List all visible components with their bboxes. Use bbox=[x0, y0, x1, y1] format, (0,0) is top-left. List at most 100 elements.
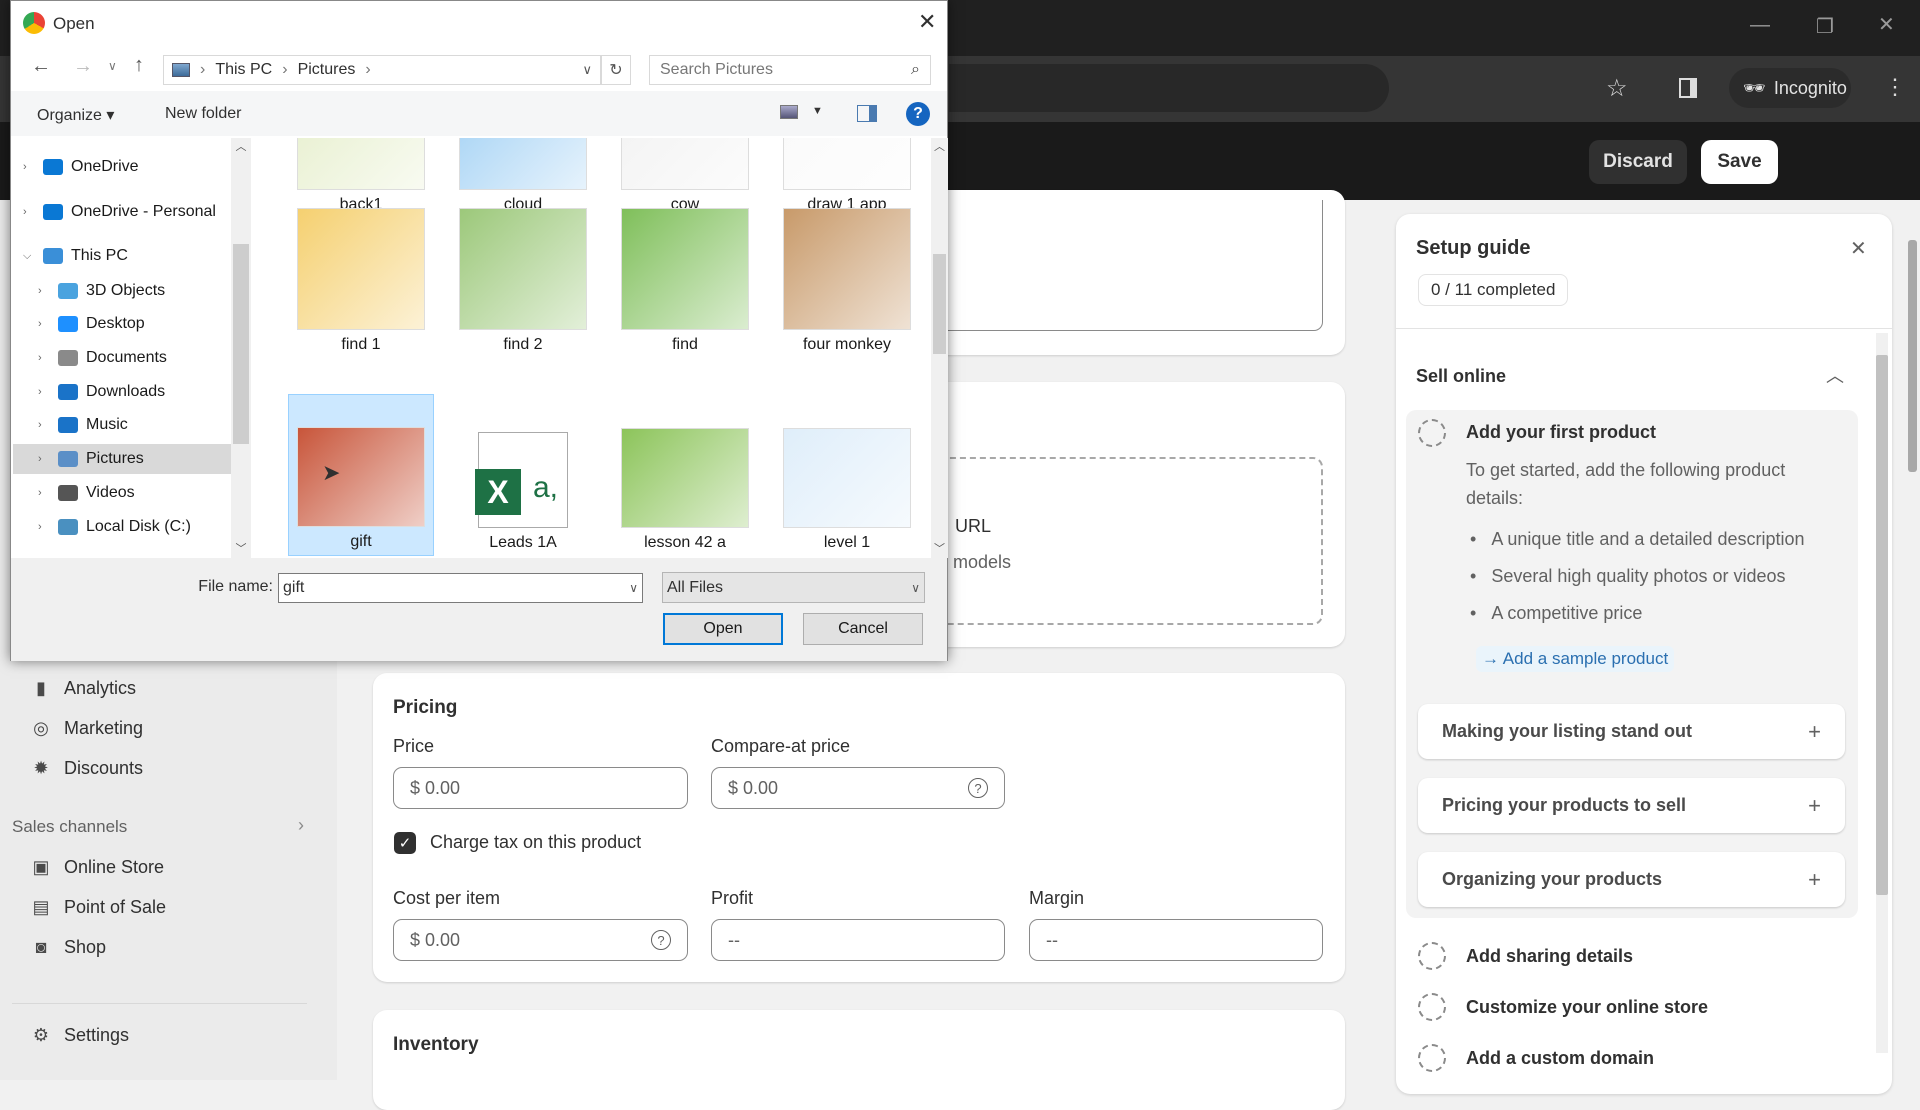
view-options-icon[interactable] bbox=[780, 105, 798, 119]
breadcrumb-this-pc[interactable]: This PC bbox=[215, 61, 272, 79]
chevron-right-icon[interactable]: › bbox=[298, 815, 304, 836]
guide-scrollbar[interactable] bbox=[1876, 333, 1888, 1053]
add-from-url-link[interactable]: URL bbox=[955, 516, 991, 537]
chevron-down-icon[interactable]: ⌵ bbox=[23, 250, 39, 263]
chevron-right-icon[interactable]: › bbox=[38, 521, 54, 533]
address-path[interactable]: › This PC › Pictures › ∨ bbox=[163, 55, 601, 85]
sidebar-item-settings[interactable]: ⚙ Settings bbox=[30, 1024, 129, 1046]
file-item[interactable]: gift bbox=[288, 394, 434, 556]
price-input[interactable]: $ 0.00 bbox=[393, 767, 688, 809]
nav-item[interactable]: › Videos bbox=[13, 478, 231, 508]
chevron-right-icon[interactable]: › bbox=[38, 318, 54, 330]
sidebar-item-channel[interactable]: ◙ Shop bbox=[30, 936, 106, 958]
sidebar-item-channel[interactable]: ▤ Point of Sale bbox=[30, 896, 166, 918]
accordion-item[interactable]: Making your listing stand out + bbox=[1418, 704, 1845, 759]
chevron-right-icon[interactable]: › bbox=[38, 352, 54, 364]
scrollbar-thumb[interactable] bbox=[1908, 240, 1917, 472]
save-button[interactable]: Save bbox=[1701, 140, 1778, 184]
browser-menu-icon[interactable]: ⋮ bbox=[1884, 74, 1906, 100]
sell-online-heading[interactable]: Sell online bbox=[1416, 366, 1506, 387]
up-arrow-icon[interactable]: ↑ bbox=[134, 54, 144, 77]
sidebar-item-marketing[interactable]: ◎ Marketing bbox=[30, 717, 143, 739]
breadcrumb-pictures[interactable]: Pictures bbox=[298, 61, 356, 79]
restore-button[interactable]: ❐ bbox=[1816, 14, 1834, 39]
chevron-right-icon[interactable]: › bbox=[23, 206, 39, 218]
minimize-button[interactable]: — bbox=[1750, 14, 1770, 37]
accordion-item[interactable]: Organizing your products + bbox=[1418, 852, 1845, 907]
window-close-button[interactable]: ✕ bbox=[1878, 12, 1895, 37]
search-pictures-input[interactable]: Search Pictures ⌕ bbox=[649, 55, 931, 85]
refresh-icon[interactable]: ↻ bbox=[601, 55, 631, 85]
nav-item[interactable]: › OneDrive - Personal bbox=[13, 197, 231, 227]
nav-item[interactable]: › Music bbox=[13, 410, 231, 440]
recent-dropdown-icon[interactable]: ∨ bbox=[108, 59, 117, 73]
cancel-button[interactable]: Cancel bbox=[803, 613, 923, 645]
step-add-first-product[interactable]: Add your first product bbox=[1466, 422, 1656, 443]
add-sample-product-link[interactable]: → Add a sample product bbox=[1476, 646, 1675, 672]
cost-input[interactable]: $ 0.00? bbox=[393, 919, 688, 961]
chevron-right-icon[interactable]: › bbox=[38, 386, 54, 398]
chevron-right-icon[interactable]: › bbox=[38, 453, 54, 465]
nav-scrollbar[interactable]: ︿ ﹀ bbox=[231, 138, 251, 558]
help-icon[interactable]: ? bbox=[906, 102, 930, 126]
preview-pane-icon[interactable] bbox=[857, 105, 877, 122]
description-editor[interactable] bbox=[920, 200, 1323, 331]
incognito-badge[interactable]: 🕶 Incognito bbox=[1729, 68, 1851, 108]
charge-tax-checkbox[interactable]: ✓ bbox=[394, 832, 416, 854]
nav-item[interactable]: › Downloads bbox=[13, 377, 231, 407]
file-item[interactable]: find 2 bbox=[450, 198, 596, 358]
new-folder-button[interactable]: New folder bbox=[165, 105, 241, 123]
open-button[interactable]: Open bbox=[663, 613, 783, 645]
side-panel-icon[interactable] bbox=[1679, 78, 1697, 98]
scrollbar-thumb[interactable] bbox=[1876, 355, 1888, 895]
chevron-down-icon[interactable]: ∨ bbox=[629, 581, 638, 595]
organize-button[interactable]: Organize ▾ bbox=[37, 105, 114, 125]
dialog-close-button[interactable]: ✕ bbox=[918, 9, 936, 35]
view-dropdown-icon[interactable]: ▼ bbox=[812, 105, 823, 117]
nav-item[interactable]: › Desktop bbox=[13, 309, 231, 339]
chevron-right-icon[interactable]: › bbox=[38, 285, 54, 297]
chevron-right-icon[interactable]: › bbox=[38, 487, 54, 499]
file-item[interactable]: find bbox=[612, 198, 758, 358]
setup-step[interactable]: Add a custom domain bbox=[1418, 1044, 1654, 1072]
files-scrollbar[interactable]: ︿ ﹀ bbox=[931, 138, 948, 558]
help-icon[interactable]: ? bbox=[968, 778, 988, 798]
accordion-item[interactable]: Pricing your products to sell + bbox=[1418, 778, 1845, 833]
file-item[interactable]: level 1 bbox=[774, 394, 920, 556]
file-item[interactable]: four monkey bbox=[774, 198, 920, 358]
help-icon[interactable]: ? bbox=[651, 930, 671, 950]
address-bar[interactable] bbox=[949, 64, 1389, 112]
scrollbar-thumb[interactable] bbox=[933, 254, 946, 354]
discard-button[interactable]: Discard bbox=[1589, 140, 1687, 184]
file-item[interactable]: Xa, Leads 1A bbox=[450, 394, 596, 556]
incomplete-circle-icon[interactable] bbox=[1418, 419, 1446, 447]
chevron-right-icon[interactable]: › bbox=[23, 161, 39, 173]
chevron-right-icon[interactable]: › bbox=[38, 419, 54, 431]
bookmark-star-icon[interactable]: ☆ bbox=[1606, 74, 1628, 103]
file-name-input[interactable]: gift ∨ bbox=[278, 573, 643, 603]
address-dropdown-icon[interactable]: ∨ bbox=[582, 62, 592, 78]
sidebar-item-discounts[interactable]: ✹ Discounts bbox=[30, 757, 143, 779]
setup-step[interactable]: Customize your online store bbox=[1418, 993, 1708, 1021]
sidebar-item-analytics[interactable]: ▮ Analytics bbox=[30, 677, 136, 699]
file-item[interactable]: lesson 42 a bbox=[612, 394, 758, 556]
forward-arrow-icon[interactable]: → bbox=[73, 55, 93, 78]
file-type-select[interactable]: All Files ∨ bbox=[662, 572, 925, 603]
nav-item[interactable]: ⌵ This PC bbox=[13, 241, 231, 271]
media-dropzone[interactable] bbox=[900, 457, 1323, 625]
nav-item[interactable]: › 3D Objects bbox=[13, 276, 231, 306]
close-guide-icon[interactable]: ✕ bbox=[1850, 236, 1867, 261]
back-arrow-icon[interactable]: ← bbox=[31, 55, 51, 78]
nav-item[interactable]: › Documents bbox=[13, 343, 231, 373]
chevron-up-icon[interactable]: ︿ bbox=[1826, 362, 1844, 388]
sidebar-item-channel[interactable]: ▣ Online Store bbox=[30, 856, 164, 878]
nav-item[interactable]: › Pictures bbox=[13, 444, 231, 474]
nav-item[interactable]: › Local Disk (C:) bbox=[13, 512, 231, 542]
file-item[interactable]: find 1 bbox=[288, 198, 434, 358]
scrollbar-thumb[interactable] bbox=[233, 244, 249, 444]
page-scrollbar[interactable] bbox=[1905, 200, 1920, 1080]
setup-step[interactable]: Add sharing details bbox=[1418, 942, 1633, 970]
nav-item[interactable]: › OneDrive bbox=[13, 152, 231, 182]
compare-price-input[interactable]: $ 0.00? bbox=[711, 767, 1005, 809]
chevron-down-icon[interactable]: ∨ bbox=[911, 581, 920, 595]
